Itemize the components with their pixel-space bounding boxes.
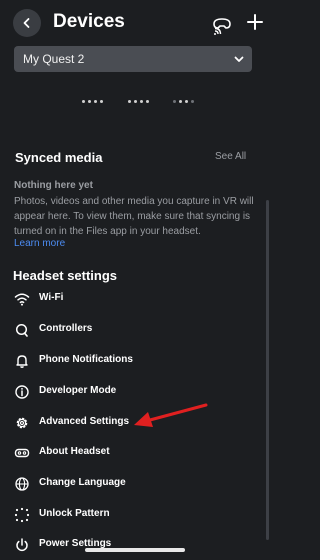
headset-settings-title: Headset settings [13, 268, 118, 283]
red-arrow-annotation [134, 403, 208, 427]
menu-item-label: Change Language [39, 477, 126, 488]
device-selector-value: My Quest 2 [23, 52, 85, 66]
info-icon [15, 385, 29, 399]
pager-dot [100, 99, 103, 103]
pager-dot [191, 99, 194, 103]
pager-dot [134, 99, 137, 103]
menu-item-label: Unlock Pattern [39, 508, 110, 519]
globe-icon [15, 477, 29, 491]
menu-item-controllers[interactable]: Controllers [0, 318, 262, 342]
learn-more-link[interactable]: Learn more [14, 238, 65, 249]
gear-icon [16, 417, 28, 429]
pager-dot [179, 99, 182, 103]
cast-headset-icon[interactable] [211, 13, 233, 35]
pager-dot [173, 99, 176, 103]
power-icon [16, 538, 28, 552]
menu-item-phone-notifications[interactable]: Phone Notifications [0, 349, 262, 373]
menu-item-label: Wi-Fi [39, 292, 64, 303]
pager-dot [140, 99, 143, 103]
pager-dot [88, 99, 91, 103]
menu-item-about-headset[interactable]: About Headset [0, 441, 262, 465]
back-button[interactable] [13, 9, 41, 37]
wifi-icon [14, 293, 30, 306]
empty-state-body: Photos, videos and other media you captu… [14, 196, 254, 237]
menu-item-unlock-pattern[interactable]: Unlock Pattern [0, 503, 262, 527]
menu-item-wifi[interactable]: Wi-Fi [0, 287, 262, 311]
pager-dot [128, 99, 131, 103]
menu-item-change-language[interactable]: Change Language [0, 472, 262, 496]
synced-media-title: Synced media [15, 150, 103, 165]
pager-dot [185, 99, 188, 103]
scrollbar[interactable] [266, 200, 269, 540]
chevron-down-icon [234, 56, 244, 62]
pager-dots-group-3 [173, 97, 194, 105]
device-selector[interactable]: My Quest 2 [14, 46, 252, 72]
page-title: Devices [53, 11, 125, 32]
bell-icon [16, 355, 28, 368]
pager-dot [94, 99, 97, 103]
empty-state-title: Nothing here yet [14, 180, 93, 191]
pager-dot [146, 99, 149, 103]
menu-item-label: Phone Notifications [39, 354, 133, 365]
menu-item-power-settings[interactable]: Power Settings [0, 533, 262, 557]
see-all-link[interactable]: See All [215, 151, 246, 162]
pager-dots-group-2 [128, 97, 149, 105]
menu-item-label: Advanced Settings [39, 416, 130, 427]
menu-item-label: About Headset [39, 446, 110, 457]
pager-dot [82, 99, 85, 103]
headset-icon [14, 448, 30, 458]
home-indicator [85, 548, 185, 552]
menu-item-label: Developer Mode [39, 385, 117, 396]
controller-icon [15, 323, 28, 337]
pattern-icon [14, 507, 30, 523]
chevron-left-icon [23, 18, 30, 28]
pager-dots-group-1 [82, 97, 103, 105]
menu-item-label: Controllers [39, 323, 93, 334]
add-device-icon[interactable] [245, 12, 265, 32]
